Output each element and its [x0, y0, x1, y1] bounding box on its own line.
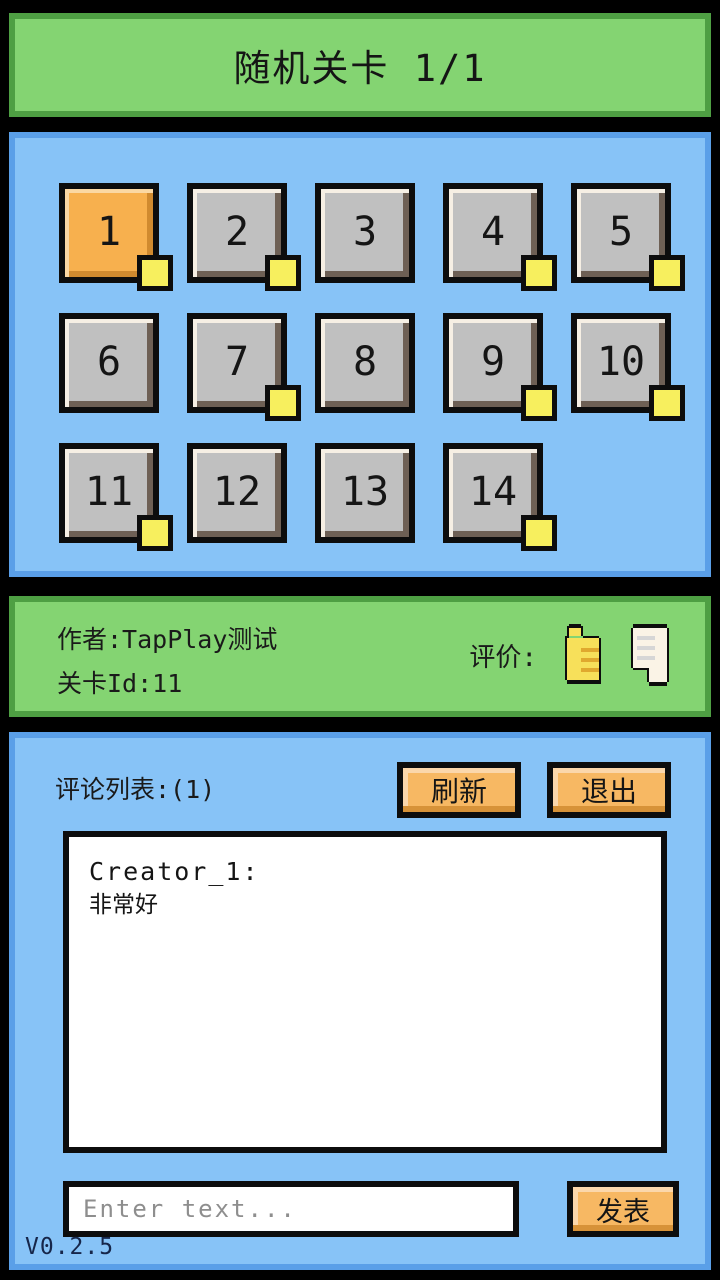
comment-input[interactable] — [63, 1181, 519, 1237]
comments-header: 评论列表:(1) 刷新 退出 — [55, 762, 683, 818]
exit-button[interactable]: 退出 — [547, 762, 671, 818]
level-button-label: 11 — [84, 469, 134, 515]
level-cell: 3 — [307, 175, 435, 305]
level-button-label: 1 — [96, 209, 122, 255]
author-label: 作者:TapPlay测试 — [57, 625, 278, 654]
level-id-label: 关卡Id:11 — [57, 669, 183, 698]
page-title: 随机关卡 1/1 — [233, 47, 487, 90]
refresh-button[interactable]: 刷新 — [397, 762, 521, 818]
level-grid: 1 2 3 4 5 6 7 8 9 10 11 12 13 14 — [51, 175, 691, 565]
level-cell: 9 — [435, 305, 563, 435]
level-button[interactable]: 6 — [59, 313, 159, 413]
level-info-panel: 作者:TapPlay测试 关卡Id:11 评价: — [4, 591, 716, 722]
level-button[interactable]: 12 — [187, 443, 287, 543]
rating-group: 评价: — [469, 624, 673, 686]
level-button[interactable]: 3 — [315, 183, 415, 283]
level-button-label: 7 — [224, 339, 250, 385]
level-cell: 12 — [179, 435, 307, 565]
level-cell: 1 — [51, 175, 179, 305]
level-completed-badge — [265, 385, 301, 421]
thumbs-down-icon[interactable] — [629, 624, 673, 686]
level-button-label: 5 — [608, 209, 634, 255]
version-label: V0.2.5 — [25, 1234, 115, 1260]
level-cell: 7 — [179, 305, 307, 435]
level-cell: 11 — [51, 435, 179, 565]
level-button-label: 10 — [596, 339, 646, 385]
level-button-label: 13 — [340, 469, 390, 515]
level-completed-badge — [649, 385, 685, 421]
level-completed-badge — [265, 255, 301, 291]
level-cell: 14 — [435, 435, 563, 565]
level-button-label: 9 — [480, 339, 506, 385]
comment-author: Creator_1: — [89, 857, 260, 886]
level-button-label: 2 — [224, 209, 250, 255]
comment-text: 非常好 — [89, 892, 158, 918]
level-button-label: 8 — [352, 339, 378, 385]
level-cell: 13 — [307, 435, 435, 565]
level-completed-badge — [649, 255, 685, 291]
level-button-label: 12 — [212, 469, 262, 515]
level-completed-badge — [521, 385, 557, 421]
post-button[interactable]: 发表 — [567, 1181, 679, 1237]
level-button-label: 6 — [96, 339, 122, 385]
level-info-text: 作者:TapPlay测试 关卡Id:11 — [57, 618, 277, 706]
thumbs-up-icon[interactable] — [563, 624, 607, 686]
comment-list[interactable]: Creator_1: 非常好 — [63, 831, 667, 1153]
levels-panel: 1 2 3 4 5 6 7 8 9 10 11 12 13 14 — [4, 127, 716, 582]
header-panel: 随机关卡 1/1 — [4, 8, 716, 122]
level-cell: 5 — [563, 175, 691, 305]
level-completed-badge — [137, 255, 173, 291]
level-button[interactable]: 8 — [315, 313, 415, 413]
compose-row: 发表 — [63, 1181, 715, 1237]
level-cell: 4 — [435, 175, 563, 305]
level-button-label: 14 — [468, 469, 518, 515]
level-completed-badge — [521, 515, 557, 551]
comments-title: 评论列表:(1) — [55, 775, 216, 804]
comments-panel: 评论列表:(1) 刷新 退出 Creator_1: 非常好 发表 V0.2.5 — [4, 727, 716, 1275]
level-button[interactable]: 13 — [315, 443, 415, 543]
level-completed-badge — [521, 255, 557, 291]
rating-label: 评价: — [469, 642, 537, 673]
level-button-label: 4 — [480, 209, 506, 255]
level-button-label: 3 — [352, 209, 378, 255]
game-screen: 随机关卡 1/1 1 2 3 4 5 6 7 8 9 10 11 12 13 14 作者:TapPlay测… — [0, 0, 720, 1280]
level-cell: 2 — [179, 175, 307, 305]
level-cell: 10 — [563, 305, 691, 435]
level-completed-badge — [137, 515, 173, 551]
level-cell: 8 — [307, 305, 435, 435]
comment-item: Creator_1: 非常好 — [89, 855, 641, 921]
level-cell: 6 — [51, 305, 179, 435]
